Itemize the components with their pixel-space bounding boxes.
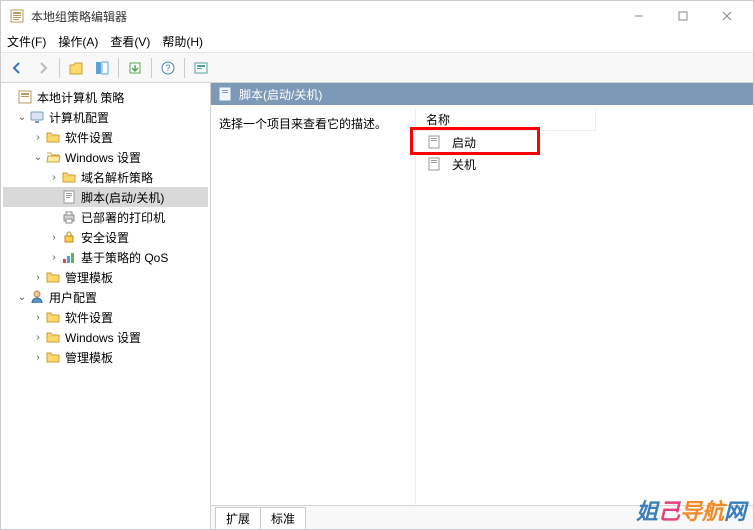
menu-help[interactable]: 帮助(H) xyxy=(162,33,203,50)
tab-extended[interactable]: 扩展 xyxy=(215,507,261,529)
maximize-button[interactable] xyxy=(661,1,705,31)
toolbar-sep xyxy=(59,58,60,78)
filter-button[interactable] xyxy=(189,56,213,80)
tree-software-settings[interactable]: › 软件设置 xyxy=(3,127,208,147)
tree-label: 管理模板 xyxy=(65,269,113,286)
tree-label: 软件设置 xyxy=(65,129,113,146)
column-header-label: 名称 xyxy=(426,111,450,128)
printer-icon xyxy=(61,209,77,225)
gpedit-icon xyxy=(9,8,25,24)
forward-button[interactable] xyxy=(31,56,55,80)
list-item-shutdown[interactable]: 关机 xyxy=(416,153,753,175)
tree-label: 安全设置 xyxy=(81,229,129,246)
help-button[interactable]: ? xyxy=(156,56,180,80)
right-header: 脚本(启动/关机) xyxy=(211,83,753,105)
title-bar: 本地组策略编辑器 xyxy=(1,1,753,31)
tree-admin-templates[interactable]: › 管理模板 xyxy=(3,267,208,287)
tree-label: 脚本(启动/关机) xyxy=(81,189,164,206)
close-button[interactable] xyxy=(705,1,749,31)
svg-text:?: ? xyxy=(165,63,170,73)
description-text: 选择一个项目来查看它的描述。 xyxy=(219,117,387,131)
tree-label: 已部署的打印机 xyxy=(81,209,165,226)
tree-pane[interactable]: ▸ 本地计算机 策略 ⌄ 计算机配置 › 软件设置 ⌄ Windows 设置 › xyxy=(1,83,211,529)
tree-label: 计算机配置 xyxy=(49,109,109,126)
collapse-arrow-icon[interactable]: › xyxy=(31,332,45,343)
expand-arrow-icon[interactable]: ⌄ xyxy=(15,112,29,123)
right-header-title: 脚本(启动/关机) xyxy=(239,86,322,103)
tree-label: Windows 设置 xyxy=(65,149,141,166)
folder-icon xyxy=(45,269,61,285)
back-button[interactable] xyxy=(5,56,29,80)
list-item-label: 启动 xyxy=(452,134,476,151)
tree-windows-settings[interactable]: ⌄ Windows 设置 xyxy=(3,147,208,167)
tree-user-config[interactable]: ⌄ 用户配置 xyxy=(3,287,208,307)
tree-scripts[interactable]: ▸ 脚本(启动/关机) xyxy=(3,187,208,207)
tab-bar: 扩展 标准 xyxy=(211,505,753,529)
tree-label: 基于策略的 QoS xyxy=(81,249,168,266)
user-icon xyxy=(29,289,45,305)
folder-icon xyxy=(45,349,61,365)
tree-uc-windows-settings[interactable]: › Windows 设置 xyxy=(3,327,208,347)
folder-open-icon xyxy=(45,149,61,165)
right-pane: 脚本(启动/关机) 选择一个项目来查看它的描述。 名称 启动 关 xyxy=(211,83,753,529)
column-header-name[interactable]: 名称 xyxy=(416,109,596,131)
minimize-button[interactable] xyxy=(617,1,661,31)
folder-icon xyxy=(45,309,61,325)
tree-label: Windows 设置 xyxy=(65,329,141,346)
collapse-arrow-icon[interactable]: › xyxy=(31,272,45,283)
script-icon xyxy=(217,86,233,102)
folder-icon xyxy=(45,129,61,145)
toolbar-sep xyxy=(151,58,152,78)
folder-icon xyxy=(45,329,61,345)
tree-label: 软件设置 xyxy=(65,309,113,326)
tree-label: 域名解析策略 xyxy=(81,169,153,186)
tree-root[interactable]: ▸ 本地计算机 策略 xyxy=(3,87,208,107)
toolbar-sep xyxy=(184,58,185,78)
script-icon xyxy=(426,134,442,150)
up-folder-button[interactable] xyxy=(64,56,88,80)
tree-security-settings[interactable]: › 安全设置 xyxy=(3,227,208,247)
collapse-arrow-icon[interactable]: › xyxy=(31,312,45,323)
tree-deployed-printers[interactable]: ▸ 已部署的打印机 xyxy=(3,207,208,227)
show-hide-tree-button[interactable] xyxy=(90,56,114,80)
tree-label: 本地计算机 策略 xyxy=(37,89,124,106)
tab-standard[interactable]: 标准 xyxy=(260,507,306,529)
tree-label: 管理模板 xyxy=(65,349,113,366)
list-item-label: 关机 xyxy=(452,156,476,173)
collapse-arrow-icon[interactable]: › xyxy=(47,172,61,183)
toolbar-sep xyxy=(118,58,119,78)
expand-arrow-icon[interactable]: ⌄ xyxy=(15,292,29,303)
menu-file[interactable]: 文件(F) xyxy=(7,33,46,50)
folder-icon xyxy=(61,169,77,185)
tree-label: 用户配置 xyxy=(49,289,97,306)
list-item-startup[interactable]: 启动 xyxy=(416,131,753,153)
tree-uc-software-settings[interactable]: › 软件设置 xyxy=(3,307,208,327)
collapse-arrow-icon[interactable]: › xyxy=(47,232,61,243)
tree-computer-config[interactable]: ⌄ 计算机配置 xyxy=(3,107,208,127)
collapse-arrow-icon[interactable]: › xyxy=(47,252,61,263)
script-icon xyxy=(61,189,77,205)
menu-action[interactable]: 操作(A) xyxy=(58,33,98,50)
gpedit-icon xyxy=(17,89,33,105)
tree-policy-qos[interactable]: › 基于策略的 QoS xyxy=(3,247,208,267)
lock-icon xyxy=(61,229,77,245)
computer-icon xyxy=(29,109,45,125)
expand-arrow-icon[interactable]: ⌄ xyxy=(31,152,45,163)
toolbar: ? xyxy=(1,53,753,83)
collapse-arrow-icon[interactable]: › xyxy=(31,352,45,363)
export-button[interactable] xyxy=(123,56,147,80)
tree-name-resolution[interactable]: › 域名解析策略 xyxy=(3,167,208,187)
window-title: 本地组策略编辑器 xyxy=(31,8,617,25)
menu-bar: 文件(F) 操作(A) 查看(V) 帮助(H) xyxy=(1,31,753,53)
list-area[interactable]: 名称 启动 关机 xyxy=(416,109,753,505)
tree-uc-admin-templates[interactable]: › 管理模板 xyxy=(3,347,208,367)
collapse-arrow-icon[interactable]: › xyxy=(31,132,45,143)
menu-view[interactable]: 查看(V) xyxy=(110,33,150,50)
script-icon xyxy=(426,156,442,172)
qos-icon xyxy=(61,249,77,265)
